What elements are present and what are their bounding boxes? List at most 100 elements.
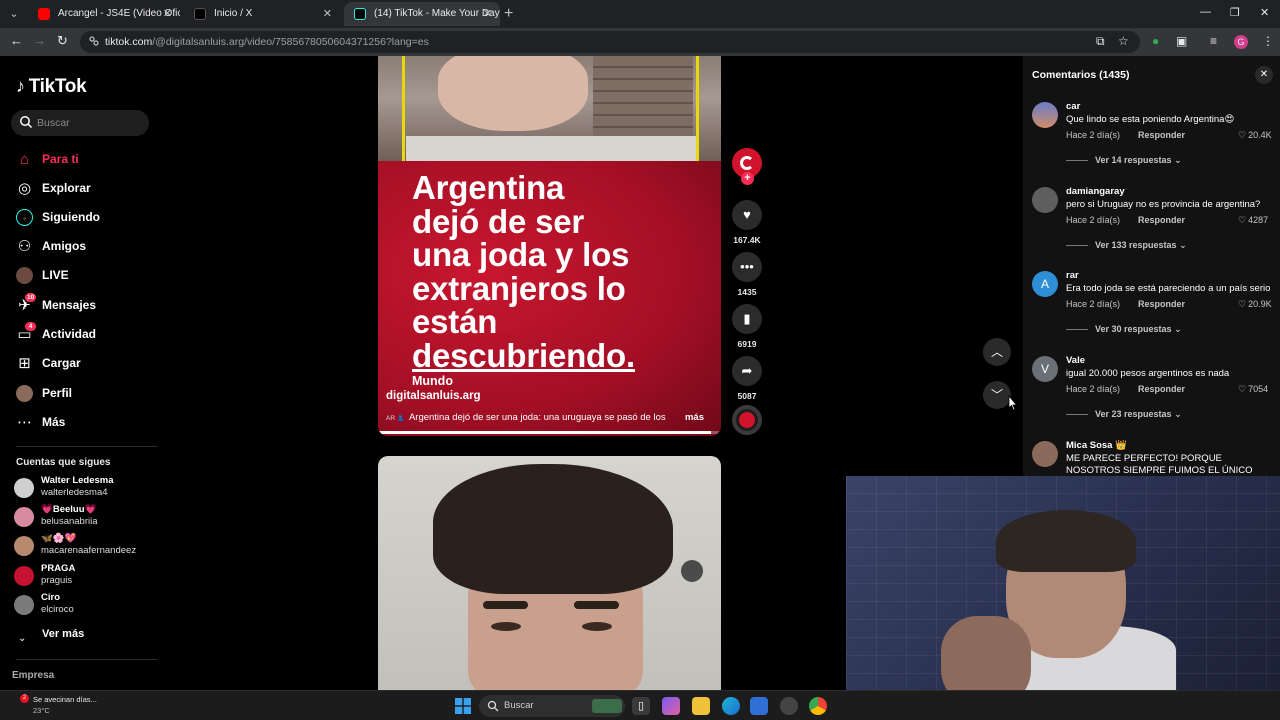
comment-like-button[interactable]: ♡ 20.9K bbox=[1238, 299, 1278, 310]
comment-like-button[interactable]: ♡ 4287 bbox=[1238, 215, 1278, 226]
nav-actividad[interactable]: ▭ 4 Actividad bbox=[16, 322, 156, 345]
store-icon[interactable] bbox=[750, 697, 768, 715]
windows-start-icon[interactable] bbox=[455, 698, 471, 714]
comment-user[interactable]: rar bbox=[1066, 270, 1079, 281]
site-info-icon[interactable] bbox=[88, 35, 100, 47]
nav-live[interactable]: LIVE bbox=[16, 266, 156, 286]
video-author[interactable]: digitalsanluis.arg bbox=[386, 390, 481, 402]
following-account[interactable]: 💗Beeluu💗 belusanabriia bbox=[14, 504, 154, 530]
comment-like-button[interactable]: ♡ 20.4K bbox=[1238, 130, 1278, 141]
avatar[interactable] bbox=[1032, 187, 1058, 213]
following-account[interactable]: Walter Ledesma walterledesma4 bbox=[14, 475, 154, 501]
browser-toolbar: ← → ↻ tiktok.com/@digitalsanluis.arg/vid… bbox=[0, 28, 1280, 56]
comment-user[interactable]: Vale bbox=[1066, 355, 1085, 366]
profile-avatar[interactable]: G bbox=[1234, 35, 1248, 49]
comment-action[interactable]: ••• 1435 bbox=[732, 252, 762, 297]
reply-button[interactable]: Responder bbox=[1138, 384, 1185, 394]
view-replies-button[interactable]: Ver 133 respuestas ⌄ bbox=[1066, 240, 1187, 251]
nav-mensajes[interactable]: ✈ 10 Mensajes bbox=[16, 293, 156, 316]
comment-user[interactable]: car bbox=[1066, 101, 1080, 112]
restore-icon[interactable]: ❐ bbox=[1230, 6, 1240, 19]
address-bar[interactable]: tiktok.com/@digitalsanluis.arg/video/758… bbox=[80, 31, 1140, 53]
window-close-icon[interactable]: ✕ bbox=[1260, 6, 1269, 19]
taskbar-search[interactable]: Buscar bbox=[479, 695, 625, 717]
comment-user[interactable]: Mica Sosa 👑 bbox=[1066, 440, 1127, 451]
following-account[interactable]: PRAGA praguis bbox=[14, 563, 154, 589]
nav-perfil[interactable]: Perfil bbox=[16, 384, 156, 404]
previous-video-button[interactable]: ︿ bbox=[983, 338, 1011, 366]
view-replies-button[interactable]: Ver 30 respuestas ⌄ bbox=[1066, 324, 1182, 335]
url-text: tiktok.com/@digitalsanluis.arg/video/758… bbox=[105, 36, 429, 48]
media-controls-icon[interactable]: ≡ bbox=[1210, 34, 1217, 48]
account-handle: elciroco bbox=[41, 604, 74, 615]
edge-icon[interactable] bbox=[722, 697, 740, 715]
comment-user[interactable]: damiangaray bbox=[1066, 186, 1125, 197]
close-icon[interactable]: ✕ bbox=[483, 2, 492, 26]
yellow-frame-left bbox=[402, 56, 405, 161]
browser-tab-tiktok[interactable]: (14) TikTok - Make Your Day ✕ bbox=[344, 2, 500, 26]
tab-search-button[interactable]: ⌄ bbox=[4, 4, 24, 24]
logo-text: TikTok bbox=[28, 76, 87, 97]
tiktok-logo[interactable]: ♪ TikTok bbox=[16, 76, 87, 98]
new-tab-button[interactable]: + bbox=[504, 4, 513, 24]
nav-siguiendo[interactable]: ◦ Siguiendo bbox=[16, 208, 156, 228]
nav-mas[interactable]: ⋯ Más bbox=[16, 413, 156, 433]
forward-icon[interactable]: → bbox=[33, 33, 46, 48]
reply-button[interactable]: Responder bbox=[1138, 130, 1185, 140]
lamp bbox=[681, 560, 703, 582]
nav-para-ti[interactable]: ⌂ Para ti bbox=[16, 150, 156, 170]
comment-like-button[interactable]: ♡ 7054 bbox=[1238, 384, 1278, 395]
browser-menu-icon[interactable]: ⋮ bbox=[1262, 34, 1274, 48]
nav-amigos[interactable]: ⚇ Amigos bbox=[16, 237, 156, 257]
following-account[interactable]: Ciro elciroco bbox=[14, 592, 154, 618]
reload-icon[interactable]: ↻ bbox=[57, 33, 68, 49]
reply-button[interactable]: Responder bbox=[1138, 299, 1185, 309]
next-video-player[interactable] bbox=[378, 456, 721, 690]
bookmark-star-icon[interactable]: ☆ bbox=[1118, 34, 1129, 48]
video-player[interactable]: Argentina dejó de ser una joda y los ext… bbox=[378, 56, 721, 436]
close-icon[interactable]: ✕ bbox=[323, 2, 332, 26]
caption-more-button[interactable]: más bbox=[685, 412, 704, 423]
music-disc-icon[interactable] bbox=[732, 405, 762, 435]
install-app-icon[interactable]: ⧉ bbox=[1096, 34, 1105, 49]
headline-line: dejó de ser bbox=[412, 202, 585, 240]
search-input[interactable] bbox=[37, 114, 137, 132]
chrome-icon[interactable] bbox=[809, 697, 827, 715]
headline-line: Argentina bbox=[412, 169, 565, 206]
nav-explorar[interactable]: ◎ Explorar bbox=[16, 179, 156, 199]
footer-empresa-link[interactable]: Empresa bbox=[12, 670, 54, 681]
browser-tab-youtube[interactable]: Arcangel - JS4E (Video Oficial) ✕ bbox=[28, 2, 180, 26]
close-comments-button[interactable]: ✕ bbox=[1255, 66, 1273, 84]
avatar[interactable] bbox=[1032, 102, 1058, 128]
save-action[interactable]: ▮ 6919 bbox=[732, 304, 762, 349]
nav-cargar[interactable]: ⊞ Cargar bbox=[16, 354, 156, 374]
avatar[interactable]: A bbox=[1032, 271, 1058, 297]
close-icon[interactable]: ✕ bbox=[163, 2, 172, 26]
next-video-button[interactable]: ﹀ bbox=[983, 381, 1011, 409]
following-account[interactable]: 🦋🌸💖 macarenaafernandeez bbox=[14, 533, 154, 559]
search-box[interactable] bbox=[11, 110, 149, 136]
share-action[interactable]: ➦ 5087 bbox=[732, 356, 762, 401]
see-more-following[interactable]: ⌄ Ver más bbox=[18, 628, 84, 644]
browser-tab-x[interactable]: Inicio / X ✕ bbox=[184, 2, 340, 26]
like-action[interactable]: ♥ 167.4K bbox=[732, 200, 762, 245]
minimize-icon[interactable]: — bbox=[1200, 6, 1211, 18]
view-replies-button[interactable]: Ver 14 respuestas ⌄ bbox=[1066, 155, 1182, 166]
task-view-icon[interactable]: ▯ bbox=[632, 697, 650, 715]
avatar[interactable] bbox=[1032, 441, 1058, 467]
comment-time: Hace 2 día(s) bbox=[1066, 130, 1121, 140]
app-icon[interactable] bbox=[780, 697, 798, 715]
avatar[interactable]: V bbox=[1032, 356, 1058, 382]
back-icon[interactable]: ← bbox=[10, 33, 23, 48]
copilot-icon[interactable] bbox=[662, 697, 680, 715]
follow-plus-button[interactable]: + bbox=[741, 172, 754, 185]
file-explorer-icon[interactable] bbox=[692, 697, 710, 715]
view-replies-button[interactable]: Ver 23 respuestas ⌄ bbox=[1066, 409, 1182, 420]
nav-label: Cargar bbox=[42, 356, 81, 370]
more-icon: ⋯ bbox=[17, 414, 32, 431]
extension-green-icon[interactable]: ● bbox=[1152, 34, 1159, 48]
video-progress-bar[interactable] bbox=[378, 431, 721, 434]
heart-outline-icon: ♡ bbox=[1238, 130, 1247, 140]
extensions-puzzle-icon[interactable]: ▣ bbox=[1176, 34, 1187, 48]
reply-button[interactable]: Responder bbox=[1138, 215, 1185, 225]
